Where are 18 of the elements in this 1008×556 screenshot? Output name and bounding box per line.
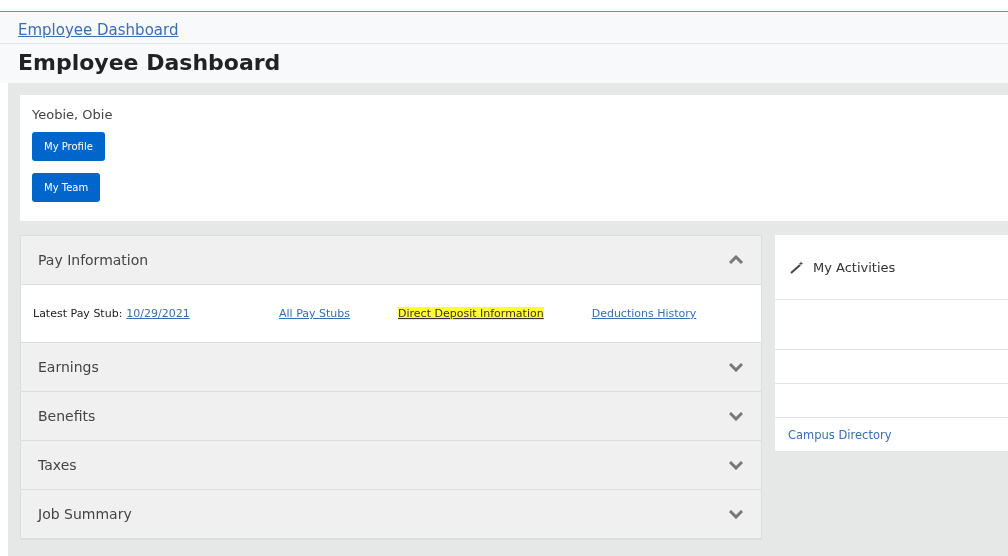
section-title: Earnings <box>38 359 99 375</box>
breadcrumb-link[interactable]: Employee Dashboard <box>18 21 179 39</box>
page-title: Employee Dashboard <box>18 50 282 75</box>
pay-link[interactable]: Deductions History <box>591 307 697 320</box>
section-title: Benefits <box>38 408 96 424</box>
section-title: Job Summary <box>38 506 132 522</box>
section-title: Taxes <box>38 457 77 473</box>
directory-link[interactable]: Campus Directory <box>788 427 892 442</box>
magic-wand-icon <box>789 260 805 274</box>
pay-link[interactable]: All Pay Stubs <box>279 307 350 320</box>
employee-name: Yeobie, Obie <box>32 107 113 122</box>
section-title: Pay Information <box>38 252 149 268</box>
panel-title: My Activities <box>813 259 896 275</box>
profile-button[interactable]: My Profile <box>32 132 105 161</box>
pay-stub-link[interactable]: 10/29/2021 <box>126 307 190 320</box>
pay-link[interactable]: Direct Deposit Information <box>398 307 544 320</box>
pay-stub-label: Latest Pay Stub: <box>33 307 123 320</box>
profile-button[interactable]: My Team <box>32 173 101 202</box>
